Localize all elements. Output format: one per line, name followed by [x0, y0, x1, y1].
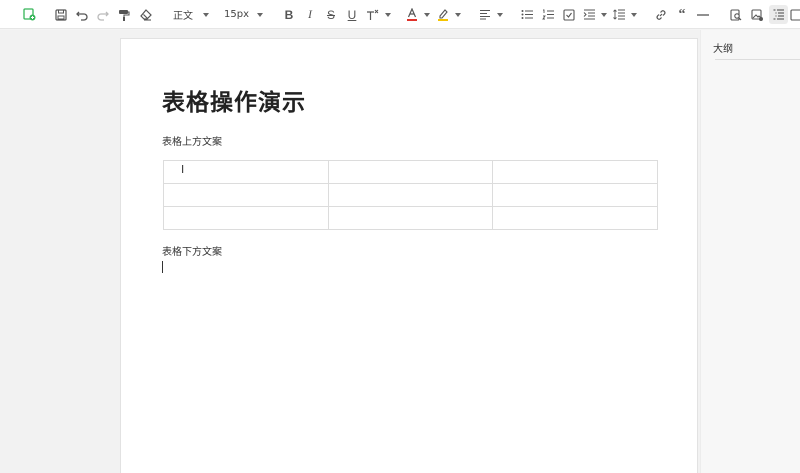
horizontal-rule-icon[interactable] [696, 5, 710, 24]
editor-workspace: 表格操作演示 表格上方文案 I 表格下方文案 [0, 30, 700, 473]
chevron-down-icon [257, 12, 263, 17]
caret [162, 261, 163, 273]
font-color-icon [407, 8, 417, 21]
bold-icon[interactable]: B [282, 5, 296, 24]
outline-title: 大纲 [713, 44, 733, 55]
table-cell[interactable] [327, 183, 494, 207]
table-cell[interactable] [163, 183, 329, 207]
save-icon[interactable] [54, 5, 68, 24]
chevron-down-icon [455, 12, 461, 17]
table-cell[interactable] [492, 183, 658, 207]
document-title[interactable]: 表格操作演示 [162, 83, 306, 117]
outline-sidebar: 大纲 [700, 30, 800, 473]
superscript-button[interactable] [365, 5, 391, 24]
indent-icon [583, 9, 595, 20]
document-page[interactable]: 表格操作演示 表格上方文案 I 表格下方文案 [120, 38, 698, 473]
highlight-button[interactable] [437, 5, 461, 24]
font-size-value: 15px [224, 9, 249, 20]
superscript-icon [366, 9, 378, 20]
redo-icon[interactable] [96, 5, 110, 24]
paragraph-style-value: 正文 [173, 11, 193, 22]
font-color-button[interactable] [406, 5, 430, 24]
line-height-icon [613, 9, 625, 20]
table-row [163, 206, 658, 230]
chevron-down-icon [384, 12, 391, 17]
align-left-icon [480, 9, 490, 20]
bullet-list-icon[interactable] [520, 5, 534, 24]
paragraph-style-select[interactable]: 正文 [173, 5, 215, 24]
underline-icon[interactable]: U [345, 5, 359, 24]
toolbar: 正文 15px B I S U “ [0, 0, 800, 29]
undo-icon[interactable] [75, 5, 89, 24]
image-icon[interactable] [750, 5, 764, 24]
new-doc-icon[interactable] [21, 5, 37, 24]
indent-button[interactable] [582, 5, 608, 24]
divider [715, 59, 800, 60]
table-cell[interactable] [492, 160, 658, 184]
table-cell[interactable] [327, 206, 494, 230]
ordered-list-icon[interactable] [541, 5, 555, 24]
chevron-down-icon [601, 12, 607, 17]
align-button[interactable] [478, 5, 504, 24]
link-icon[interactable] [654, 5, 668, 24]
format-painter-icon[interactable] [117, 5, 131, 24]
table-row [163, 183, 658, 207]
chevron-down-icon [497, 12, 503, 17]
highlight-icon [438, 9, 448, 21]
text-cursor-icon: I [181, 163, 185, 176]
clear-format-icon[interactable] [139, 5, 153, 24]
task-list-icon[interactable] [562, 5, 576, 24]
font-size-select[interactable]: 15px [224, 5, 264, 24]
line-height-button[interactable] [612, 5, 638, 24]
italic-icon[interactable]: I [303, 5, 317, 24]
chevron-down-icon [424, 12, 430, 17]
table-cell[interactable]: I [163, 160, 329, 184]
quote-icon[interactable]: “ [675, 5, 689, 24]
chevron-down-icon [631, 12, 637, 17]
text-above-table[interactable]: 表格上方文案 [162, 133, 222, 148]
outline-toggle-icon[interactable] [769, 5, 788, 24]
find-icon[interactable] [729, 5, 743, 24]
table-cell[interactable] [163, 206, 329, 230]
text-below-table[interactable]: 表格下方文案 [162, 243, 222, 258]
strikethrough-icon[interactable]: S [324, 5, 338, 24]
document-table[interactable]: I [163, 160, 658, 230]
table-cell[interactable] [492, 206, 658, 230]
chevron-down-icon [203, 12, 209, 17]
table-cell[interactable] [327, 160, 494, 184]
more-icon[interactable] [790, 5, 800, 24]
table-row: I [163, 160, 658, 184]
